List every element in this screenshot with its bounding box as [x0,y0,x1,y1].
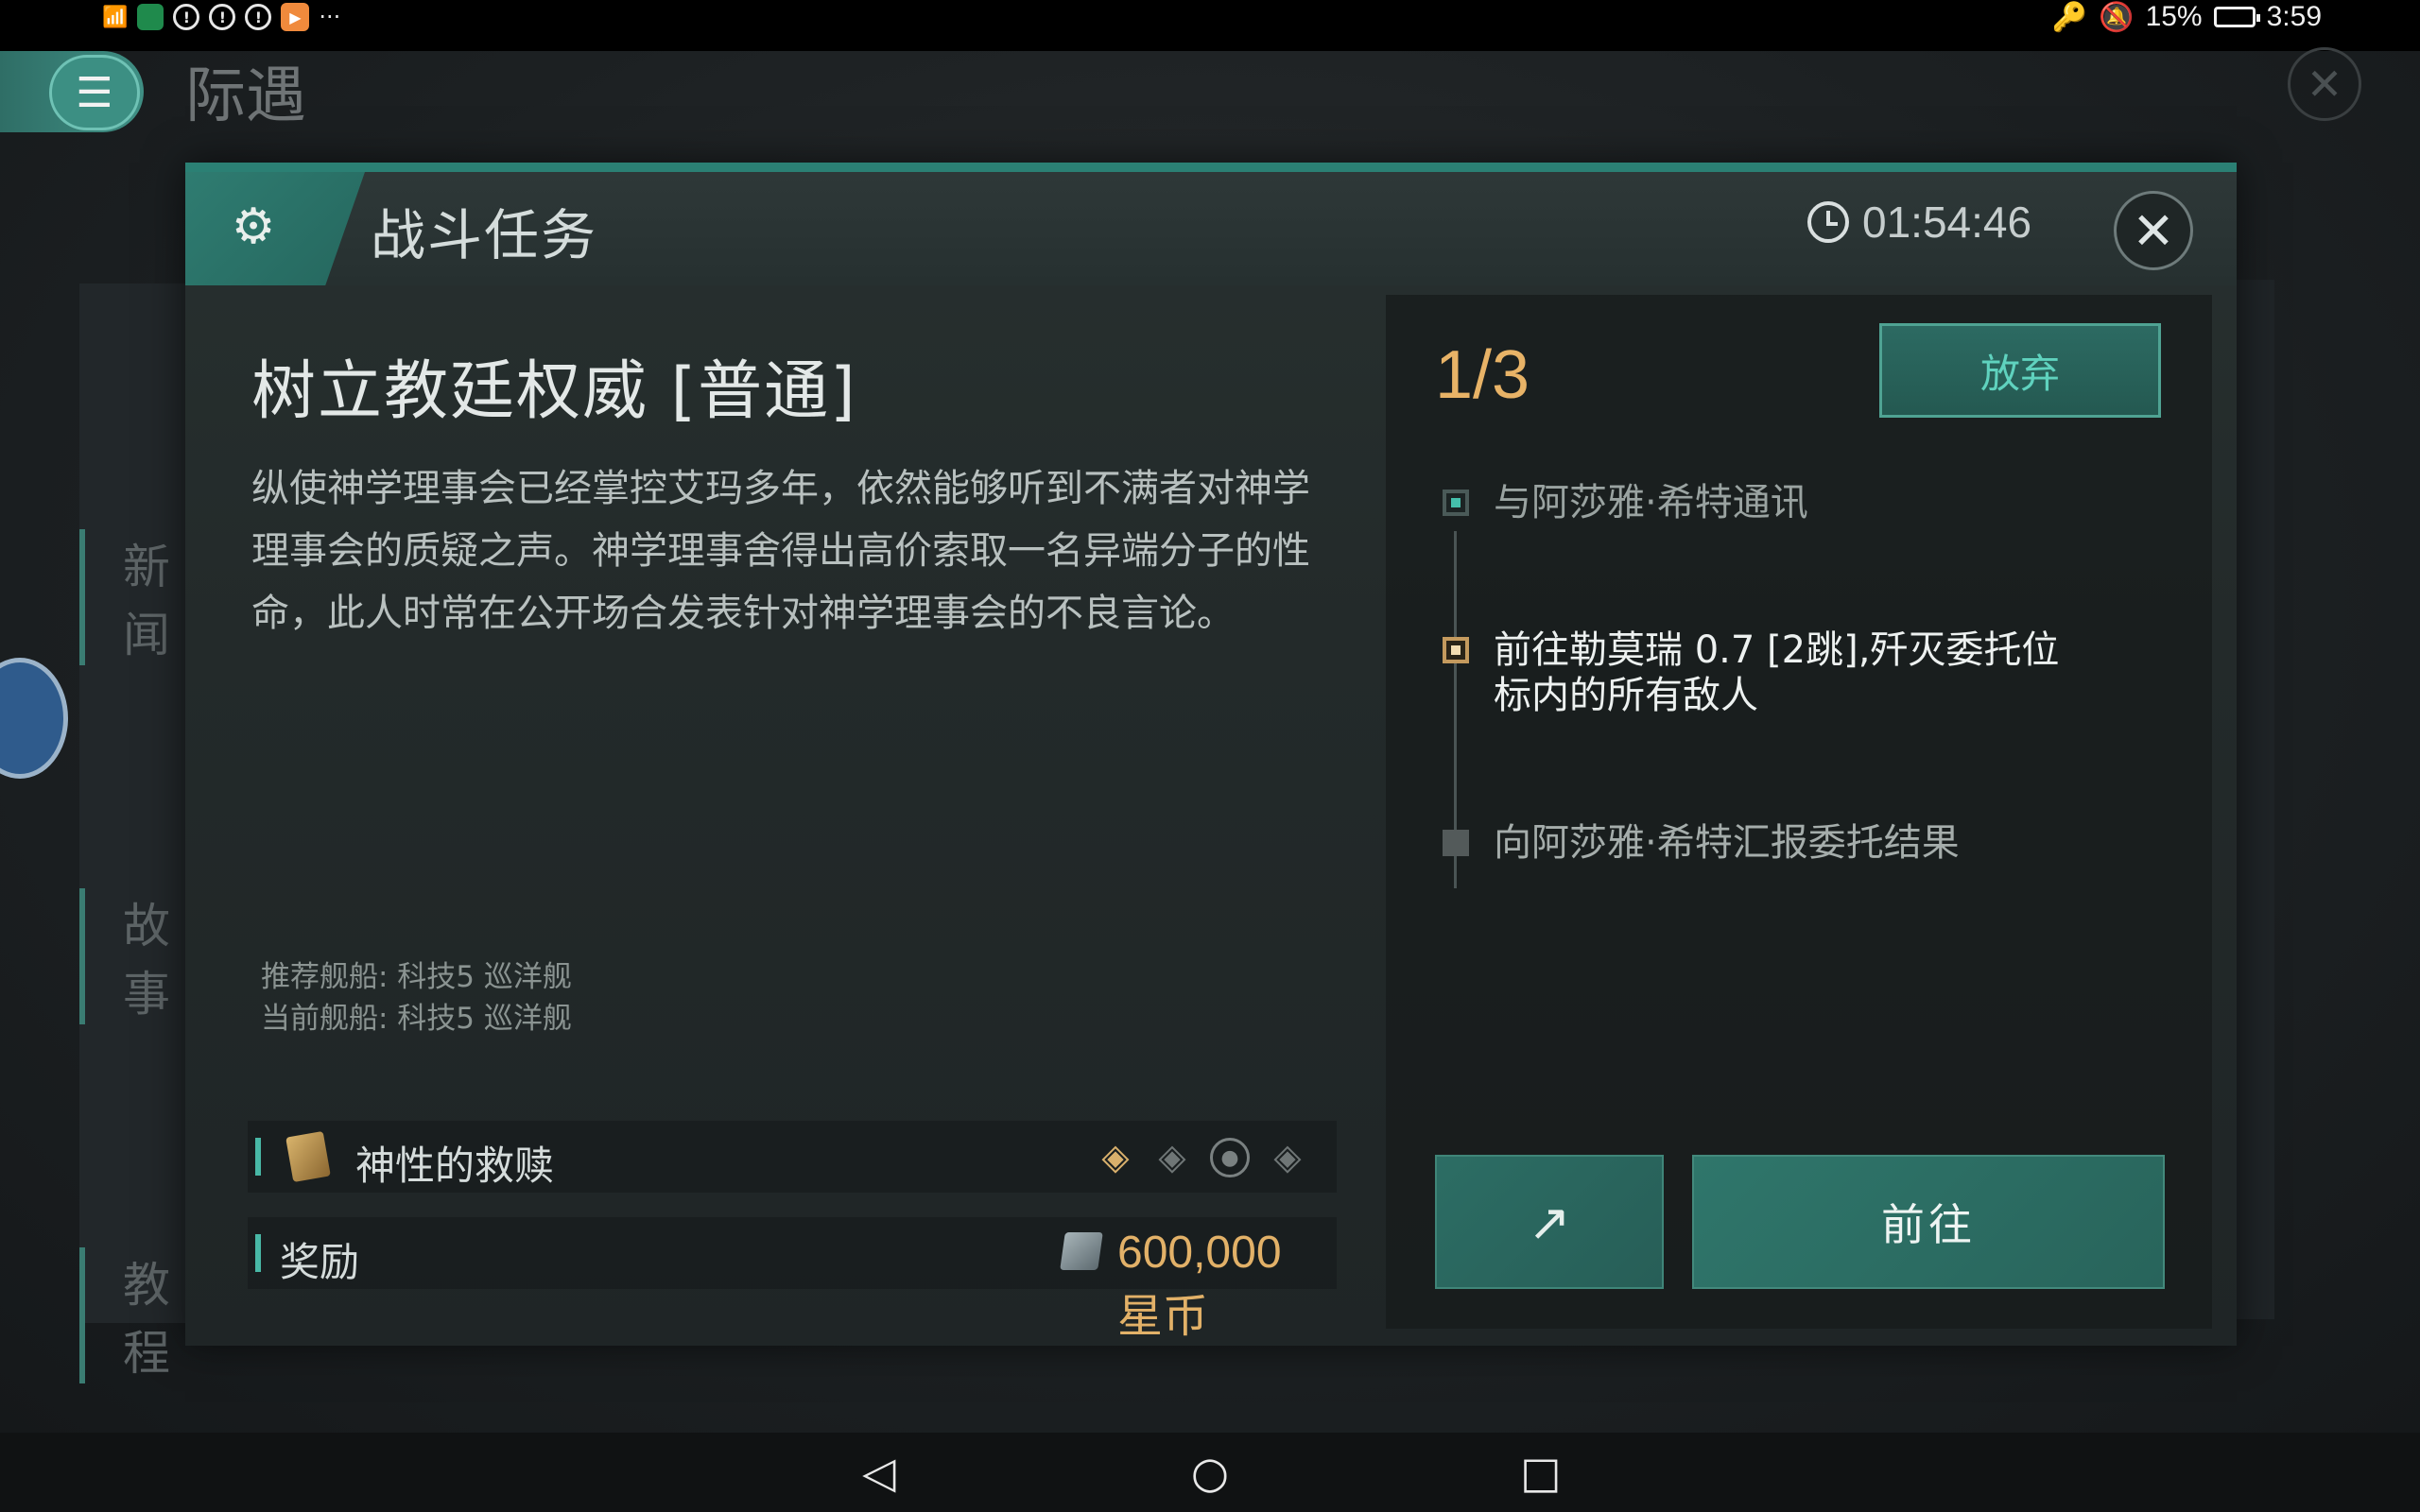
mission-dialog: ⚙ 战斗任务 01:54:46 ✕ 树立教廷权威 [普通] 纵使神学理事会已经掌… [185,163,2237,1346]
sidebar-item-news[interactable]: 新闻 [79,529,202,665]
step-3: 向阿莎雅·希特汇报委托结果 [1494,821,1960,865]
step-dot-done [1443,490,1469,516]
step-2: 前往勒莫瑞 0.7 [2跳],歼灭委托位标内的所有敌人 [1494,628,2060,717]
step-dot-current [1443,637,1469,663]
item-name: 神性的救赎 [355,1143,555,1189]
objectives-panel: 1/3 放弃 与阿莎雅·希特通讯 前往勒莫瑞 0.7 [2跳],歼灭委托位标内的… [1386,295,2212,1329]
go-button[interactable]: 前往 [1692,1155,2165,1289]
clock-icon [1807,201,1849,243]
more-icon: ··· [319,4,341,30]
app-icon: ▶ [281,3,310,31]
background-title: 际遇 [185,61,306,131]
step-dot-todo [1443,830,1469,856]
dialog-title: 战斗任务 [371,203,598,267]
recommended-ship: 推荐舰船: 科技5 巡洋舰 [261,960,572,994]
back-button[interactable]: ◁ [851,1444,908,1501]
close-icon: ✕ [2306,59,2343,110]
mission-title: 树立教廷权威 [普通] [251,354,857,429]
item-row[interactable]: 神性的救赎 ◈ ◈ ● ◈ [248,1121,1337,1193]
abandon-button[interactable]: 放弃 [1879,323,2161,418]
hamburger-icon: ☰ [76,68,113,117]
ship-info: 推荐舰船: 科技5 巡洋舰 当前舰船: 科技5 巡洋舰 [261,956,572,1040]
diamond-active-icon: ◈ [1101,1136,1130,1177]
status-bar-right: 🔑 🔕 15% 3:59 [2052,0,2322,34]
key-icon: 🔑 [2051,1,2088,33]
status-bar-left: 📶 ! ! ! ▶ ··· [102,0,340,34]
reward-row: 奖励 600,000 星币 [248,1217,1337,1342]
reward-label: 奖励 [280,1239,360,1285]
progress-counter: 1/3 [1435,337,1530,413]
wifi-icon: 📶 [102,5,129,29]
background-sidebar [79,284,202,1323]
alert-icon: ! [209,4,236,30]
current-ship: 当前舰船: 科技5 巡洋舰 [261,1002,572,1036]
row-accent [255,1234,261,1272]
step-1: 与阿莎雅·希特通讯 [1494,481,1808,524]
home-icon: ○ [1190,1447,1230,1498]
diamond-icon: ◈ [1158,1136,1186,1177]
alert-icon: ! [245,4,272,30]
reward-value: 600,000 星币 [1117,1228,1282,1342]
target-icon: ⚙ [231,198,276,255]
back-icon: ◁ [862,1447,896,1498]
circle-icon: ● [1210,1138,1250,1177]
mute-icon: 🔕 [2099,1,2135,33]
home-button[interactable]: ○ [1182,1444,1238,1501]
status-bar: 📶 ! ! ! ▶ ··· 🔑 🔕 15% 3:59 [0,0,2420,51]
share-button[interactable]: ↗ [1435,1155,1664,1289]
clock-time: 3:59 [2266,1,2322,32]
close-button[interactable]: ✕ [2114,191,2193,270]
alert-icon: ! [173,4,200,30]
recents-button[interactable]: □ [1512,1444,1569,1501]
battery-percent: 15% [2145,1,2203,32]
scroll-icon [285,1130,331,1183]
close-icon: ✕ [2132,200,2175,261]
sidebar-item-story[interactable]: 故事 [79,888,202,1024]
sidebar-item-tutorial[interactable]: 教程 [79,1247,202,1383]
battery-icon [2213,7,2260,27]
mission-timer: 01:54:46 [1807,197,2031,248]
share-icon: ↗ [1528,1192,1571,1252]
app-icon [137,4,164,30]
menu-button[interactable]: ☰ [49,55,140,130]
difficulty-indicators: ◈ ◈ ● ◈ [1097,1136,1306,1177]
diamond-icon: ◈ [1273,1136,1302,1177]
recents-icon: □ [1520,1447,1562,1498]
dialog-accent-line [185,163,2237,172]
row-accent [255,1138,261,1176]
timer-text: 01:54:46 [1862,198,2032,247]
mission-description: 纵使神学理事会已经掌控艾玛多年，依然能够听到不满者对神学理事会的质疑之声。神学理… [251,467,1310,635]
background-close-button[interactable]: ✕ [2288,47,2361,121]
star-coin-icon [1060,1232,1103,1270]
